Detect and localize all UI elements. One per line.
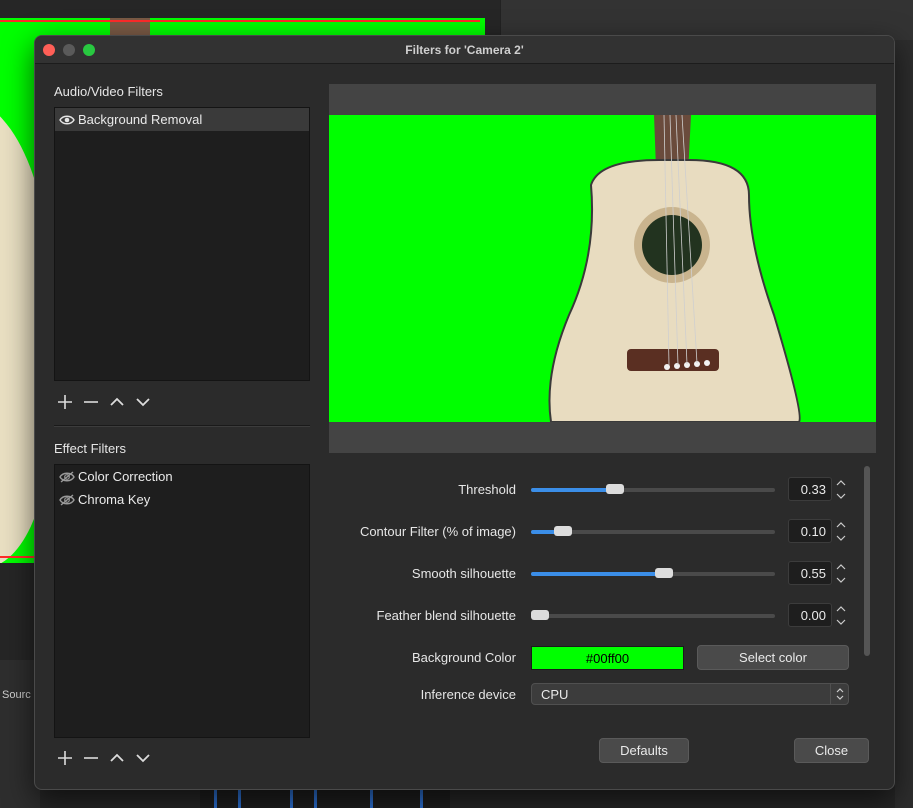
filter-item-color-correction[interactable]: Color Correction [55, 465, 309, 488]
filter-item-label: Color Correction [78, 469, 173, 484]
move-effect-filter-down-button[interactable] [134, 749, 152, 767]
threshold-value[interactable]: 0.33 [788, 477, 832, 501]
slider-handle[interactable] [554, 526, 572, 536]
increment-button[interactable] [834, 560, 848, 573]
effect-filters-list[interactable]: Color Correction Chroma Key [54, 464, 310, 738]
background-color-label: Background Color [411, 650, 516, 665]
filters-dialog: Filters for 'Camera 2' Audio/Video Filte… [34, 35, 895, 790]
chevron-down-icon [136, 398, 150, 407]
add-effect-filter-button[interactable] [56, 749, 74, 767]
smooth-label: Smooth silhouette [411, 566, 516, 581]
decrement-button[interactable] [834, 531, 848, 544]
increment-button[interactable] [834, 518, 848, 531]
background-color-swatch[interactable]: #00ff00 [531, 646, 684, 670]
source-bounding-box-bottom [0, 556, 36, 558]
slider-handle[interactable] [606, 484, 624, 494]
feather-value[interactable]: 0.00 [788, 603, 832, 627]
plus-icon [58, 751, 72, 765]
increment-button[interactable] [834, 476, 848, 489]
decrement-button[interactable] [834, 615, 848, 628]
chevron-down-icon [136, 754, 150, 763]
contour-slider[interactable] [531, 526, 775, 536]
eye-icon[interactable] [59, 114, 75, 126]
feather-row: Feather blend silhouette 0.00 [329, 602, 849, 630]
chevron-down-icon [836, 535, 846, 541]
increment-button[interactable] [834, 602, 848, 615]
effect-filters-toolbar [56, 749, 152, 767]
smooth-value[interactable]: 0.55 [788, 561, 832, 585]
chevron-up-icon [110, 753, 124, 762]
remove-effect-filter-button[interactable] [82, 749, 100, 767]
slider-fill [531, 572, 664, 576]
chevron-up-icon [836, 479, 846, 485]
minus-icon [84, 757, 98, 759]
inference-device-value: CPU [541, 687, 569, 702]
threshold-stepper [834, 476, 848, 502]
slider-fill [531, 488, 615, 492]
contour-value[interactable]: 0.10 [788, 519, 832, 543]
properties-scrollbar[interactable] [864, 466, 870, 656]
filter-item-label: Background Removal [78, 112, 203, 127]
audio-mixer [200, 788, 450, 808]
close-button[interactable]: Close [794, 738, 869, 763]
chevron-up-icon [836, 521, 846, 527]
filter-preview [329, 84, 876, 453]
feather-slider[interactable] [531, 610, 775, 620]
preview-image [329, 115, 876, 422]
move-filter-up-button[interactable] [108, 393, 126, 411]
inference-device-label: Inference device [420, 687, 516, 702]
smooth-slider[interactable] [531, 568, 775, 578]
defaults-button[interactable]: Defaults [599, 738, 689, 763]
chevron-up-icon [110, 397, 124, 406]
smooth-row: Smooth silhouette 0.55 [329, 560, 849, 588]
audio-video-filters-list[interactable]: Background Removal [54, 107, 310, 381]
window-title: Filters for 'Camera 2' [405, 43, 524, 57]
contour-row: Contour Filter (% of image) 0.10 [329, 518, 849, 546]
audio-video-filters-label: Audio/Video Filters [54, 84, 163, 99]
guitar-image [548, 115, 801, 422]
contour-stepper [834, 518, 848, 544]
obs-right-panel [895, 40, 913, 808]
filter-item-background-removal[interactable]: Background Removal [55, 108, 309, 131]
select-color-button[interactable]: Select color [697, 645, 849, 670]
threshold-slider[interactable] [531, 484, 775, 494]
plus-icon [58, 395, 72, 409]
feather-stepper [834, 602, 848, 628]
source-bounding-box [0, 20, 480, 22]
minus-icon [84, 401, 98, 403]
slider-handle[interactable] [655, 568, 673, 578]
effect-filters-label: Effect Filters [54, 441, 127, 456]
inference-device-select[interactable]: CPU [531, 683, 849, 705]
feather-label: Feather blend silhouette [376, 608, 516, 623]
filter-item-chroma-key[interactable]: Chroma Key [55, 488, 309, 511]
chevron-down-icon [836, 493, 846, 499]
move-filter-down-button[interactable] [134, 393, 152, 411]
threshold-label: Threshold [458, 482, 516, 497]
filter-item-label: Chroma Key [78, 492, 151, 507]
eye-hidden-icon[interactable] [59, 493, 75, 506]
select-arrow [830, 684, 848, 704]
chevron-down-icon [836, 619, 846, 625]
add-filter-button[interactable] [56, 393, 74, 411]
obs-top-bar [500, 0, 913, 40]
chevron-up-icon [836, 563, 846, 569]
updown-chevron-icon [836, 688, 843, 700]
slider-handle[interactable] [531, 610, 549, 620]
contour-label: Contour Filter (% of image) [359, 524, 516, 539]
chevron-down-icon [836, 577, 846, 583]
smooth-stepper [834, 560, 848, 586]
section-divider [54, 425, 310, 427]
eye-hidden-icon[interactable] [59, 470, 75, 483]
sources-label[interactable]: Sourc [2, 689, 31, 701]
remove-filter-button[interactable] [82, 393, 100, 411]
decrement-button[interactable] [834, 573, 848, 586]
threshold-row: Threshold 0.33 [329, 476, 849, 504]
decrement-button[interactable] [834, 489, 848, 502]
title-bar[interactable]: Filters for 'Camera 2' [35, 36, 894, 64]
move-effect-filter-up-button[interactable] [108, 749, 126, 767]
chevron-up-icon [836, 605, 846, 611]
audio-video-filters-toolbar [56, 393, 152, 411]
